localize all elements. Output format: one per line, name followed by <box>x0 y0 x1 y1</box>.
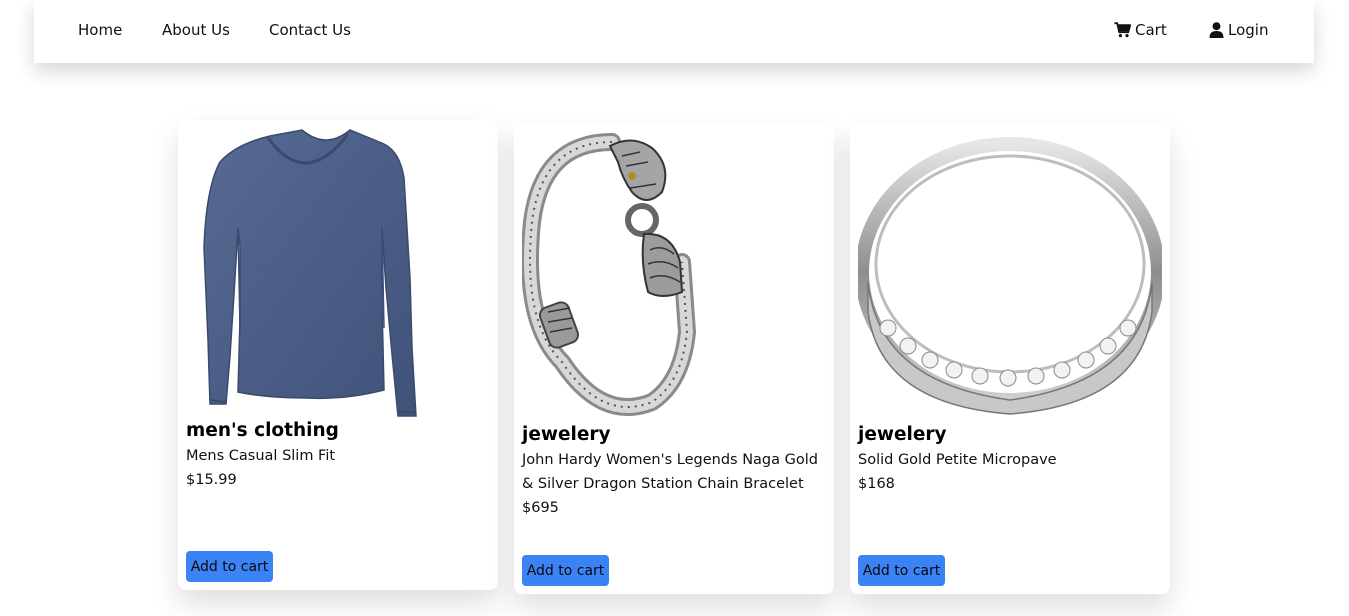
product-card: jewelery Solid Gold Petite Micropave $16… <box>850 124 1170 594</box>
product-image-bracelet[interactable] <box>522 132 826 422</box>
cart-icon <box>1114 22 1131 38</box>
product-image-ring[interactable] <box>858 132 1162 422</box>
product-card: men's clothing Mens Casual Slim Fit $15.… <box>178 120 498 590</box>
add-to-cart-button[interactable]: Add to cart <box>522 555 609 586</box>
product-price: $168 <box>858 476 895 492</box>
product-title[interactable]: John Hardy Women's Legends Naga Gold & S… <box>522 448 828 496</box>
nav-cart-link[interactable]: Cart <box>1114 21 1167 39</box>
cart-label: Cart <box>1135 21 1167 39</box>
product-title[interactable]: Solid Gold Petite Micropave <box>858 448 1164 472</box>
product-price: $695 <box>522 500 559 516</box>
nav-about-link[interactable]: About Us <box>162 21 230 39</box>
add-to-cart-button[interactable]: Add to cart <box>186 551 273 582</box>
product-price: $15.99 <box>186 472 237 488</box>
product-category: jewelery <box>858 424 947 445</box>
login-label: Login <box>1228 21 1269 39</box>
user-icon <box>1209 22 1224 38</box>
nav-login-link[interactable]: Login <box>1209 21 1268 39</box>
nav-home-link[interactable]: Home <box>78 21 122 39</box>
product-card: jewelery John Hardy Women's Legends Naga… <box>514 124 834 594</box>
product-category: jewelery <box>522 424 611 445</box>
product-category: men's clothing <box>186 420 339 441</box>
product-image-shirt[interactable] <box>186 128 490 418</box>
top-navbar: Home About Us Contact Us Cart Login <box>34 0 1314 63</box>
add-to-cart-button[interactable]: Add to cart <box>858 555 945 586</box>
product-title[interactable]: Mens Casual Slim Fit <box>186 444 492 468</box>
nav-contact-link[interactable]: Contact Us <box>269 21 351 39</box>
